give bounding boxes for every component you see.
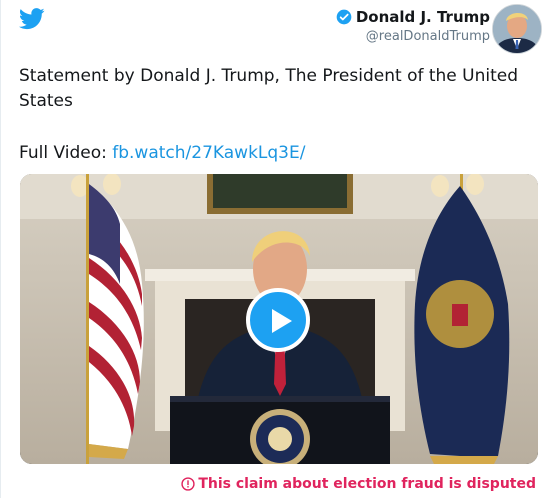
full-video-label: Full Video: xyxy=(19,143,107,163)
avatar-portrait xyxy=(493,5,541,53)
author-block[interactable]: Donald J. Trump @realDonaldTrump xyxy=(336,8,490,44)
disputed-claim-text[interactable]: This claim about election fraud is dispu… xyxy=(198,476,536,492)
author-name-row: Donald J. Trump xyxy=(336,8,490,26)
video-player[interactable] xyxy=(20,174,538,464)
tweet-card: Donald J. Trump @realDonaldTrump Stateme… xyxy=(0,0,548,498)
play-icon xyxy=(272,309,292,333)
author-name[interactable]: Donald J. Trump xyxy=(356,8,490,26)
video-link[interactable]: fb.watch/27KawkLq3E/ xyxy=(112,143,305,163)
full-video-line: Full Video: fb.watch/27KawkLq3E/ xyxy=(19,141,305,165)
play-button[interactable] xyxy=(246,288,310,352)
verified-badge-icon xyxy=(336,9,352,25)
disputed-claim-notice[interactable]: This claim about election fraud is dispu… xyxy=(181,476,536,492)
alert-circle-icon xyxy=(181,477,195,491)
twitter-bird-icon[interactable] xyxy=(19,8,45,30)
tweet-text: Statement by Donald J. Trump, The Presid… xyxy=(19,66,519,111)
author-handle[interactable]: @realDonaldTrump xyxy=(336,29,490,44)
avatar[interactable] xyxy=(492,4,542,54)
